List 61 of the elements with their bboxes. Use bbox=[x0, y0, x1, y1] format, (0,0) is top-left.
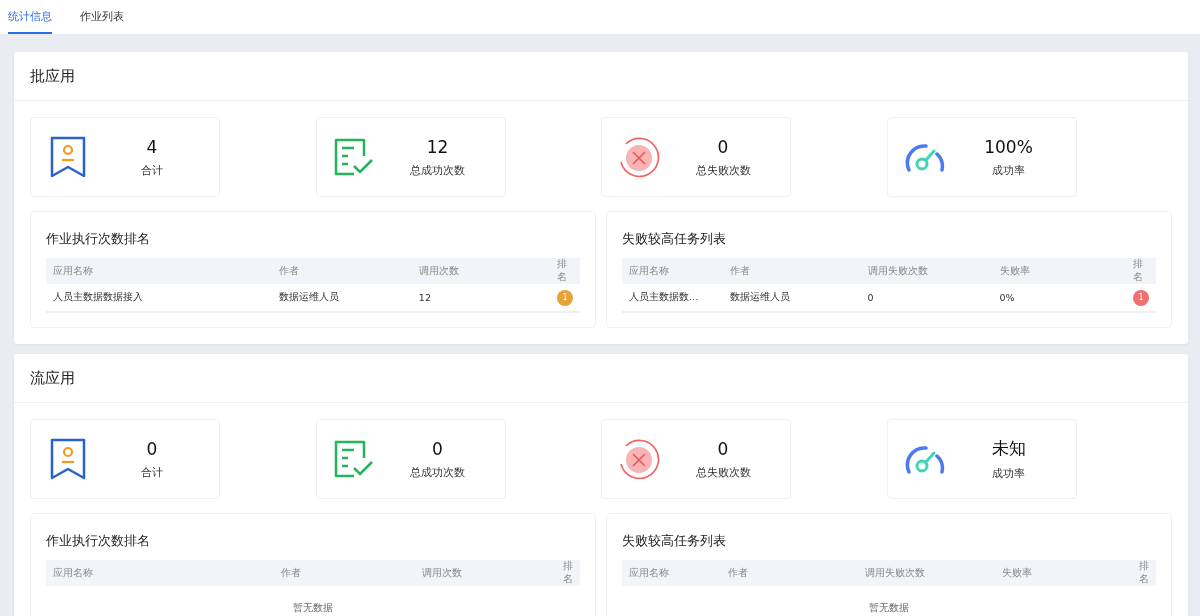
column-header: 作者 bbox=[278, 264, 299, 276]
table-cell: 0 bbox=[867, 292, 874, 303]
column-header: 作者 bbox=[730, 264, 751, 276]
column-header: 失败率 bbox=[1001, 566, 1032, 578]
column-header: 失败率 bbox=[999, 264, 1030, 276]
section-title: 流应用 bbox=[30, 368, 75, 388]
section-title: 批应用 bbox=[30, 66, 75, 86]
stat-label: 成功率 bbox=[992, 466, 1025, 481]
column-header: 应用名称 bbox=[53, 264, 93, 276]
stat-label: 成功率 bbox=[992, 162, 1025, 178]
stat-label: 总成功次数 bbox=[410, 464, 465, 480]
stat-value: 未知 bbox=[991, 437, 1026, 460]
stat-value: 0 bbox=[717, 136, 729, 157]
error-circle-icon bbox=[618, 438, 660, 480]
column-header: 排名 bbox=[1133, 258, 1143, 282]
gauge-icon bbox=[903, 142, 946, 172]
rank-badge: 1 bbox=[557, 289, 573, 306]
panel-title: 失败较高任务列表 bbox=[622, 230, 727, 248]
column-header: 排名 bbox=[557, 258, 567, 282]
panel-title: 失败较高任务列表 bbox=[622, 532, 727, 550]
stat-value: 0 bbox=[432, 438, 443, 459]
column-header: 调用次数 bbox=[421, 566, 462, 578]
ribbon-badge-icon bbox=[50, 136, 86, 178]
column-header: 排名 bbox=[1139, 560, 1149, 584]
stat-label: 合计 bbox=[141, 162, 163, 178]
column-header: 应用名称 bbox=[629, 264, 669, 276]
stat-value: 12 bbox=[426, 136, 449, 157]
ribbon-badge-icon bbox=[50, 438, 86, 480]
stat-value: 0 bbox=[717, 438, 729, 459]
column-header: 调用次数 bbox=[418, 264, 459, 276]
column-header: 应用名称 bbox=[629, 566, 669, 578]
stat-value: 4 bbox=[146, 136, 158, 157]
stat-value: 0 bbox=[146, 438, 158, 459]
column-header: 调用失败次数 bbox=[867, 264, 928, 276]
gauge-icon bbox=[903, 444, 946, 474]
table-cell: 人员主数据数… bbox=[629, 291, 699, 302]
stat-value: 100% bbox=[984, 136, 1033, 157]
column-header: 排名 bbox=[563, 560, 573, 584]
checklist-icon bbox=[333, 440, 374, 478]
panel-title: 作业执行次数排名 bbox=[46, 230, 151, 248]
stat-label: 总失败次数 bbox=[695, 464, 751, 480]
stat-label: 合计 bbox=[141, 464, 163, 480]
table-cell: 人员主数据数据接入 bbox=[53, 291, 143, 302]
column-header: 作者 bbox=[280, 566, 301, 578]
table-cell: 数据运维人员 bbox=[730, 291, 791, 302]
column-header: 应用名称 bbox=[53, 566, 93, 578]
stat-label: 总成功次数 bbox=[410, 162, 465, 178]
panel-title: 作业执行次数排名 bbox=[46, 532, 151, 550]
table-cell: 数据运维人员 bbox=[278, 291, 339, 302]
tab[interactable]: 统计信息 bbox=[8, 0, 52, 34]
checklist-icon bbox=[333, 138, 374, 176]
table-cell: 0% bbox=[999, 292, 1015, 303]
stat-label: 总失败次数 bbox=[695, 162, 751, 178]
empty-text: 暂无数据 bbox=[293, 602, 333, 613]
rank-badge: 1 bbox=[1133, 289, 1149, 306]
table-cell: 12 bbox=[418, 292, 431, 303]
empty-text: 暂无数据 bbox=[869, 602, 909, 613]
tab[interactable]: 作业列表 bbox=[80, 0, 124, 34]
column-header: 调用失败次数 bbox=[865, 566, 926, 578]
column-header: 作者 bbox=[728, 566, 749, 578]
error-circle-icon bbox=[618, 136, 660, 178]
